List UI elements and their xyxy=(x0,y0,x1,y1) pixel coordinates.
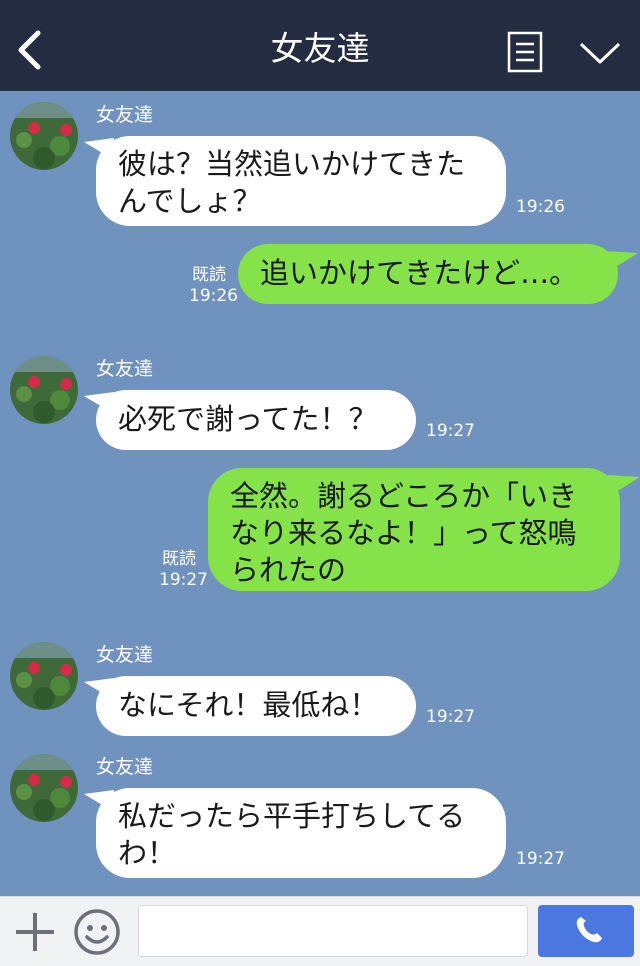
menu-list-icon[interactable] xyxy=(507,31,543,73)
chevron-down-icon[interactable] xyxy=(578,38,622,68)
message-time: 19:26 xyxy=(516,197,565,217)
chat-area[interactable]: 女友達 彼は？当然追いかけてきたんでしょ？ 19:26 既読 19:26 追いか… xyxy=(0,91,640,896)
message-time: 19:27 xyxy=(516,849,565,869)
sender-name: 女友達 xyxy=(96,644,154,666)
flower-avatar-image xyxy=(10,642,78,710)
bubble-tail xyxy=(608,475,640,497)
chat-title: 女友達 xyxy=(270,29,370,68)
message-bubble[interactable]: 追いかけてきたけど…。 xyxy=(238,244,618,304)
plus-icon[interactable] xyxy=(14,911,56,953)
message-bubble[interactable]: 必死で謝ってた！？ xyxy=(96,390,416,450)
sender-name: 女友達 xyxy=(96,358,154,380)
call-button[interactable] xyxy=(538,905,634,957)
message-bubble[interactable]: 全然。謝るどころか「いきなり来るなよ！」って怒鳴られたの xyxy=(208,468,620,591)
message-time: 19:26 xyxy=(189,286,238,306)
message-bubble[interactable]: なにそれ！最低ね！ xyxy=(96,676,416,736)
message-bubble[interactable]: 私だったら平手打ちしてるわ！ xyxy=(96,788,506,878)
avatar[interactable] xyxy=(10,102,78,170)
read-receipt: 既読 xyxy=(192,265,226,285)
flower-avatar-image xyxy=(10,102,78,170)
flower-avatar-image xyxy=(10,356,78,424)
bubble-tail xyxy=(606,251,638,273)
message-bubble[interactable]: 彼は？当然追いかけてきたんでしょ？ xyxy=(96,136,506,226)
avatar[interactable] xyxy=(10,642,78,710)
smiley-icon[interactable] xyxy=(72,907,122,957)
sender-name: 女友達 xyxy=(96,104,154,126)
message-input[interactable] xyxy=(138,905,528,957)
message-time: 19:27 xyxy=(426,707,475,727)
avatar[interactable] xyxy=(10,754,78,822)
read-receipt: 既読 xyxy=(162,549,196,569)
avatar[interactable] xyxy=(10,356,78,424)
chat-header: 女友達 xyxy=(0,0,640,91)
flower-avatar-image xyxy=(10,754,78,822)
message-time: 19:27 xyxy=(159,570,208,590)
phone-icon xyxy=(576,917,602,943)
message-time: 19:27 xyxy=(426,421,475,441)
message-input-bar xyxy=(0,896,640,966)
sender-name: 女友達 xyxy=(96,756,154,778)
